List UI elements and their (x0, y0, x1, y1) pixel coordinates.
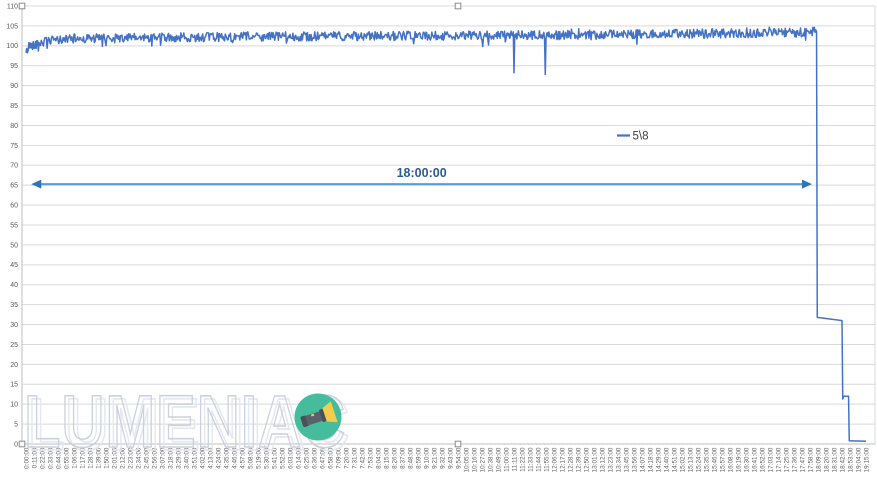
y-axis-tick-label: 70 (10, 163, 18, 170)
x-axis-tick-label: 7:31:00 (351, 447, 358, 469)
y-axis-tick-label: 15 (10, 382, 18, 389)
x-axis-tick-label: 18:09:00 (815, 447, 822, 472)
y-axis-tick-label: 25 (10, 342, 18, 349)
x-axis-tick-label: 17:03:00 (767, 447, 774, 472)
x-axis-tick-label: 11:44:00 (535, 447, 542, 472)
x-axis-tick-label: 13:12:00 (599, 447, 606, 472)
x-axis-tick-label: 18:31:00 (831, 447, 838, 472)
duration-arrow[interactable] (31, 179, 812, 189)
duration-arrow-label: 18:00:00 (397, 166, 447, 180)
x-axis-tick-label: 10:05:00 (463, 447, 470, 472)
x-axis-tick-label: 14:07:00 (639, 447, 646, 472)
x-axis-tick-label: 8:15:00 (383, 447, 390, 469)
x-axis-tick-label: 10:49:00 (495, 447, 502, 472)
x-axis-tick-label: 9:21:00 (431, 447, 438, 469)
y-axis-tick-label: 95 (10, 63, 18, 70)
x-axis-tick-label: 15:57:00 (719, 447, 726, 472)
x-axis-tick-label: 12:39:00 (575, 447, 582, 472)
x-axis-tick-label: 8:26:00 (391, 447, 398, 469)
x-axis-tick-label: 19:04:00 (855, 447, 862, 472)
x-axis-tick-label: 14:29:00 (655, 447, 662, 472)
x-axis-tick-label: 13:34:00 (615, 447, 622, 472)
x-axis-tick-label: 17:36:00 (791, 447, 798, 472)
x-axis-tick-label: 11:11:00 (511, 447, 518, 471)
y-axis-tick-label: 100 (6, 43, 18, 50)
y-axis-tick-label: 110 (7, 3, 18, 10)
x-axis-tick-label: 15:02:00 (679, 447, 686, 472)
selection-handle[interactable] (18, 440, 26, 448)
x-axis-tick-label: 15:46:00 (711, 447, 718, 472)
x-axis-tick-label: 12:06:00 (551, 447, 558, 472)
logo-flashlight-icon (294, 393, 342, 441)
x-axis-tick-label: 8:48:00 (407, 447, 414, 469)
x-axis-tick-label: 13:56:00 (631, 447, 638, 472)
x-axis-tick-label: 18:42:00 (839, 447, 846, 472)
y-axis-tick-label: 10 (10, 402, 18, 409)
y-axis-tick-label: 55 (10, 222, 18, 229)
x-axis-tick-label: 17:47:00 (799, 447, 806, 472)
x-axis-tick-label: 11:00:00 (503, 447, 510, 472)
x-axis-tick-label: 16:19:00 (735, 447, 742, 472)
x-axis-tick-label: 9:54:00 (455, 447, 462, 469)
x-axis-tick-label: 14:18:00 (647, 447, 654, 472)
y-axis-tick-label: 35 (10, 302, 18, 309)
x-axis-tick-label: 18:53:00 (847, 447, 854, 472)
x-axis-tick-label: 11:55:00 (543, 447, 550, 472)
x-axis-tick-label: 15:24:00 (695, 447, 702, 472)
x-axis-tick-label: 8:04:00 (375, 447, 382, 469)
x-axis-tick-label: 14:40:00 (663, 447, 670, 472)
selection-handle[interactable] (454, 2, 462, 10)
x-axis-tick-label: 7:42:00 (359, 447, 366, 469)
x-axis-tick-label: 13:23:00 (607, 447, 614, 472)
runtime-chart-svg: 0 5 10 15 20 25 30 35 40 45 50 55 60 65 70 75 80 85 90 95 10… (6, 2, 876, 472)
x-axis-tick-label: 10:38:00 (487, 447, 494, 472)
x-axis-tick-label: 16:52:00 (759, 447, 766, 472)
y-axis-tick-label: 20 (10, 362, 18, 369)
x-axis-tick-label: 16:08:00 (727, 447, 734, 472)
x-axis-tick-label: 17:14:00 (775, 447, 782, 472)
x-axis-tick-label: 9:43:00 (447, 447, 454, 469)
y-axis-tick-label: 0 (14, 441, 18, 448)
x-axis-tick-label: 12:17:00 (559, 447, 566, 472)
x-axis-tick-label: 8:59:00 (415, 447, 422, 469)
y-axis-tick-label: 80 (10, 123, 18, 130)
legend-label: 5\8 (633, 131, 649, 143)
x-axis-tick-label: 8:37:00 (399, 447, 406, 469)
selection-handle[interactable] (454, 440, 462, 448)
x-axis-tick-label: 12:28:00 (567, 447, 574, 472)
x-axis-tick-label: 11:33:00 (527, 447, 534, 472)
y-axis-tick-label: 65 (10, 183, 18, 190)
y-axis-tick-label: 60 (10, 202, 18, 209)
x-axis-tick-label: 16:30:00 (743, 447, 750, 472)
x-axis-tick-label: 17:58:00 (807, 447, 814, 472)
x-axis-tick-label: 9:32:00 (439, 447, 446, 469)
x-axis-tick-label: 10:27:00 (479, 447, 486, 472)
y-axis-tick-label: 105 (6, 23, 18, 30)
y-axis-tick-label: 45 (10, 262, 18, 269)
y-axis-tick-label: 40 (10, 282, 18, 289)
x-axis-tick-label: 15:35:00 (703, 447, 710, 472)
x-axis-tick-label: 11:22:00 (519, 447, 526, 472)
x-axis-tick-label: 10:16:00 (471, 447, 478, 472)
y-axis-tick-label: 85 (10, 103, 18, 110)
x-axis-tick-label: 18:20:00 (823, 447, 830, 472)
runtime-chart: 0 5 10 15 20 25 30 35 40 45 50 55 60 65 70 75 80 85 90 95 10… (0, 0, 877, 484)
y-axis-tick-label: 75 (10, 143, 18, 150)
y-axis-tick-label: 90 (10, 83, 18, 90)
x-axis-tick-label: 9:10:00 (423, 447, 430, 469)
y-axis-tick-label: 5 (14, 421, 18, 428)
x-axis-tick-label: 12:50:00 (583, 447, 590, 472)
y-axis-tick-label: 50 (10, 242, 18, 249)
x-axis-tick-label: 15:13:00 (687, 447, 694, 472)
x-axis-tick-label: 19:15:00 (863, 447, 870, 472)
x-axis-tick-label: 13:01:00 (591, 447, 598, 472)
selection-handle[interactable] (18, 2, 26, 10)
x-axis-tick-label: 13:45:00 (623, 447, 630, 472)
x-axis-tick-label: 17:25:00 (783, 447, 790, 472)
y-axis-tick-label: 30 (10, 322, 18, 329)
x-axis-tick-label: 7:53:00 (367, 447, 374, 469)
x-axis-tick-label: 16:41:00 (751, 447, 758, 472)
x-axis-tick-label: 14:51:00 (671, 447, 678, 472)
